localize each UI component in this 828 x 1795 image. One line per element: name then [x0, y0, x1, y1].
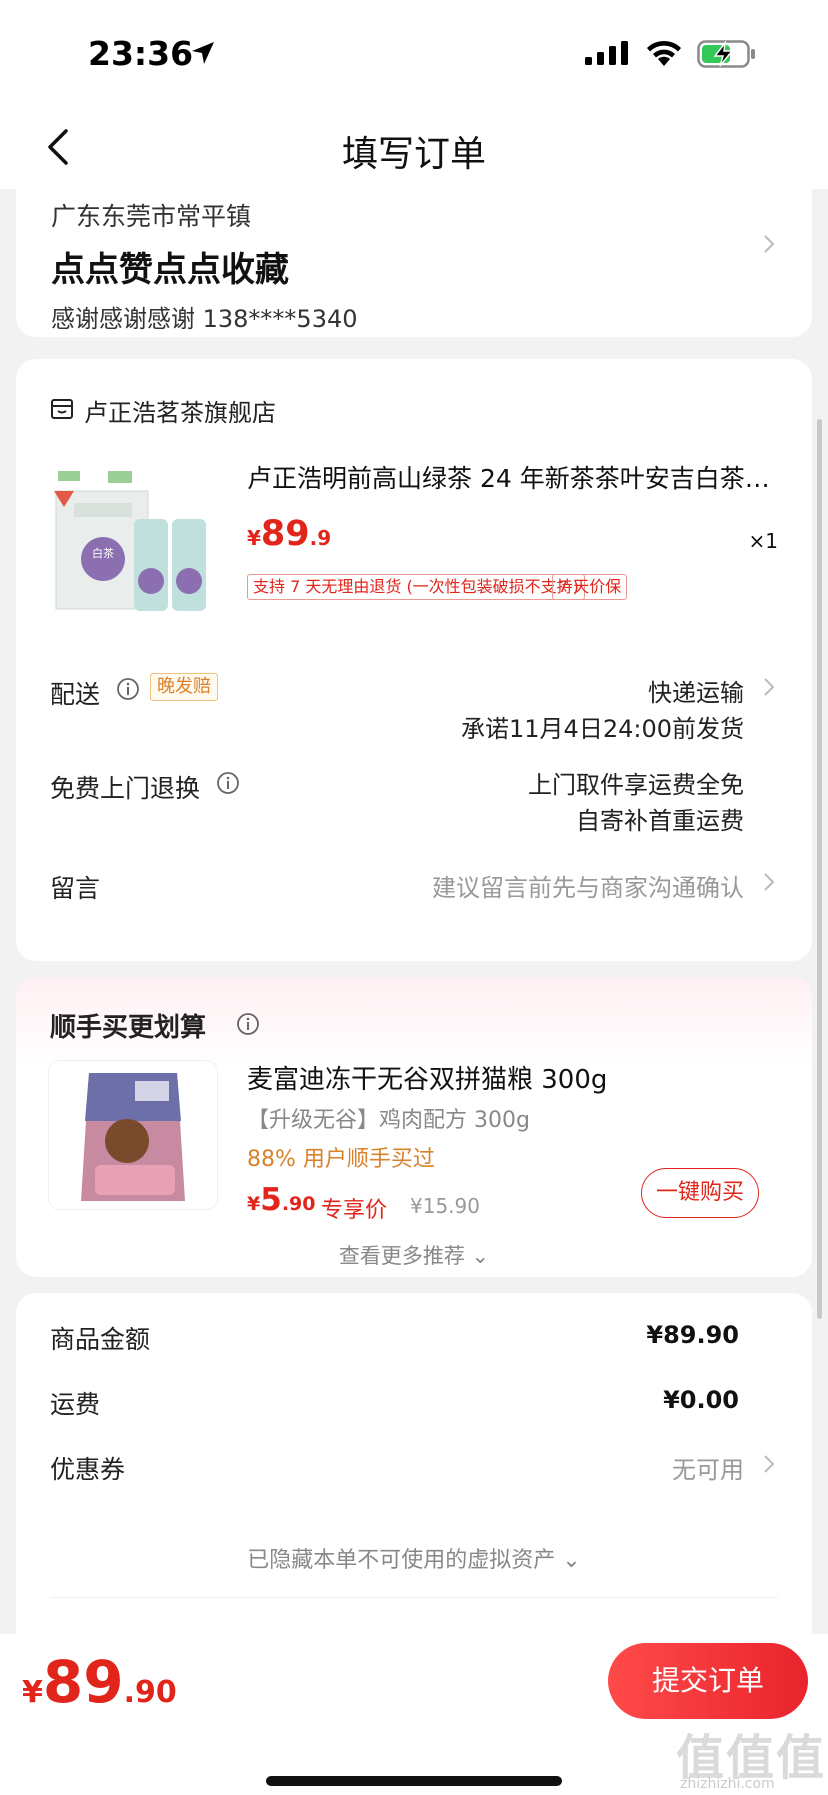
tag-return: 支持 7 天无理由退货 (一次性包装破损不支持)	[247, 574, 585, 600]
chevron-right-icon	[764, 235, 775, 253]
total-decimal: .90	[123, 1675, 177, 1710]
recommend-title: 顺手买更划算	[50, 1013, 207, 1043]
info-icon[interactable]	[236, 1012, 260, 1036]
shipping-label: 运费	[50, 1390, 101, 1419]
scroll-content[interactable]: 广东东莞市常平镇 点点赞点点收藏 感谢感谢感谢 138****5340 卢正浩茗…	[0, 189, 828, 1634]
price-integer: 5	[260, 1182, 282, 1218]
product-price: ¥89.9	[247, 514, 331, 554]
recommend-name[interactable]: 麦富迪冻干无谷双拼猫粮 300g	[247, 1059, 607, 1096]
price-decimal: .9	[309, 526, 332, 550]
chevron-right-icon	[764, 1455, 775, 1473]
recommend-bought: 88% 用户顺手买过	[247, 1147, 435, 1172]
bottom-bar: ¥89.90 提交订单 值值值 zhizhizhi.com	[0, 1634, 828, 1795]
shipping-value: ¥0.00	[663, 1386, 739, 1414]
delivery-label: 配送	[50, 680, 101, 709]
page-title: 填写订单	[341, 134, 486, 175]
more-recommend-link[interactable]: 查看更多推荐 ⌄	[16, 1240, 812, 1270]
price-currency: ¥	[247, 526, 261, 550]
goods-amount-value: ¥89.90	[646, 1321, 739, 1349]
nav-bar: 填写订单	[0, 105, 828, 189]
chevron-right-icon	[764, 678, 775, 696]
location-arrow-icon	[192, 42, 214, 64]
price-currency: ¥	[247, 1193, 261, 1215]
address-card[interactable]: 广东东莞市常平镇 点点赞点点收藏 感谢感谢感谢 138****5340	[16, 189, 812, 337]
return-label: 免费上门退换	[50, 774, 201, 803]
message-label: 留言	[50, 874, 101, 903]
status-bar: 23:36	[0, 0, 828, 105]
product-card: 卢正浩茗茶旗舰店 白茶 卢正浩明前高山绿茶 24 年新茶茶叶安吉白茶礼盒装 ¥8…	[16, 359, 812, 961]
exclusive-price-label: 专享价	[321, 1198, 388, 1223]
home-indicator[interactable]	[266, 1776, 562, 1786]
original-price: ¥15.90	[410, 1194, 480, 1218]
info-icon[interactable]	[116, 677, 140, 701]
recommend-spec: 【升级无谷】鸡肉配方 300g	[247, 1108, 530, 1133]
signal-icon	[585, 41, 628, 65]
recommend-card: 顺手买更划算 麦富迪冻干无谷双拼猫粮 300g 【升级无谷】鸡肉配方 300g …	[16, 977, 812, 1277]
goods-amount-label: 商品金额	[50, 1325, 151, 1354]
watermark-url: zhizhizhi.com	[680, 1776, 775, 1792]
late-compensation-badge: 晚发赔	[150, 673, 218, 701]
delivery-method[interactable]: 快递运输	[648, 673, 744, 708]
product-image[interactable]: 白茶	[48, 461, 216, 633]
price-decimal: .90	[281, 1193, 316, 1215]
product-quantity: ×1	[748, 529, 778, 553]
return-line2: 自寄补首重运费	[576, 807, 744, 835]
one-click-buy-button[interactable]: 一键购买	[641, 1168, 759, 1218]
svg-text:白茶: 白茶	[92, 546, 114, 560]
recommend-image[interactable]	[48, 1060, 218, 1210]
message-input[interactable]: 建议留言前先与商家沟通确认	[432, 868, 744, 903]
status-time: 23:36	[88, 34, 194, 73]
return-line1: 上门取件享运费全免	[528, 771, 744, 799]
product-title[interactable]: 卢正浩明前高山绿茶 24 年新茶茶叶安吉白茶礼盒装	[247, 459, 787, 495]
store-name[interactable]: 卢正浩茗茶旗舰店	[84, 393, 276, 428]
coupon-value[interactable]: 无可用	[672, 1450, 744, 1485]
tag-price-protect: 7 天价保	[552, 574, 628, 600]
delivery-promise: 承诺11月4日24:00前发货	[461, 715, 744, 743]
address-contact: 感谢感谢感谢 138****5340	[51, 305, 358, 333]
store-icon	[51, 399, 73, 419]
address-name: 点点赞点点收藏	[51, 250, 289, 290]
submit-order-button[interactable]: 提交订单	[608, 1643, 808, 1719]
scrollbar[interactable]	[817, 419, 822, 1319]
summary-card: 商品金额 ¥89.90 运费 ¥0.00 优惠券 无可用 已隐藏本单不可使用的虚…	[16, 1293, 812, 1634]
hidden-assets-toggle[interactable]: 已隐藏本单不可使用的虚拟资产 ⌄	[16, 1542, 812, 1574]
total-currency: ¥	[22, 1675, 43, 1710]
address-region: 广东东莞市常平镇	[51, 202, 252, 231]
divider	[50, 1597, 778, 1598]
chevron-right-icon	[764, 873, 775, 891]
price-integer: 89	[260, 514, 310, 554]
total-integer: 89	[42, 1648, 124, 1716]
coupon-label: 优惠券	[50, 1455, 126, 1484]
wifi-icon	[647, 40, 681, 66]
recommend-price: ¥5.90	[247, 1182, 315, 1218]
info-icon[interactable]	[216, 771, 240, 795]
battery-charging-icon	[697, 40, 755, 68]
total-price: ¥89.90	[22, 1648, 177, 1716]
